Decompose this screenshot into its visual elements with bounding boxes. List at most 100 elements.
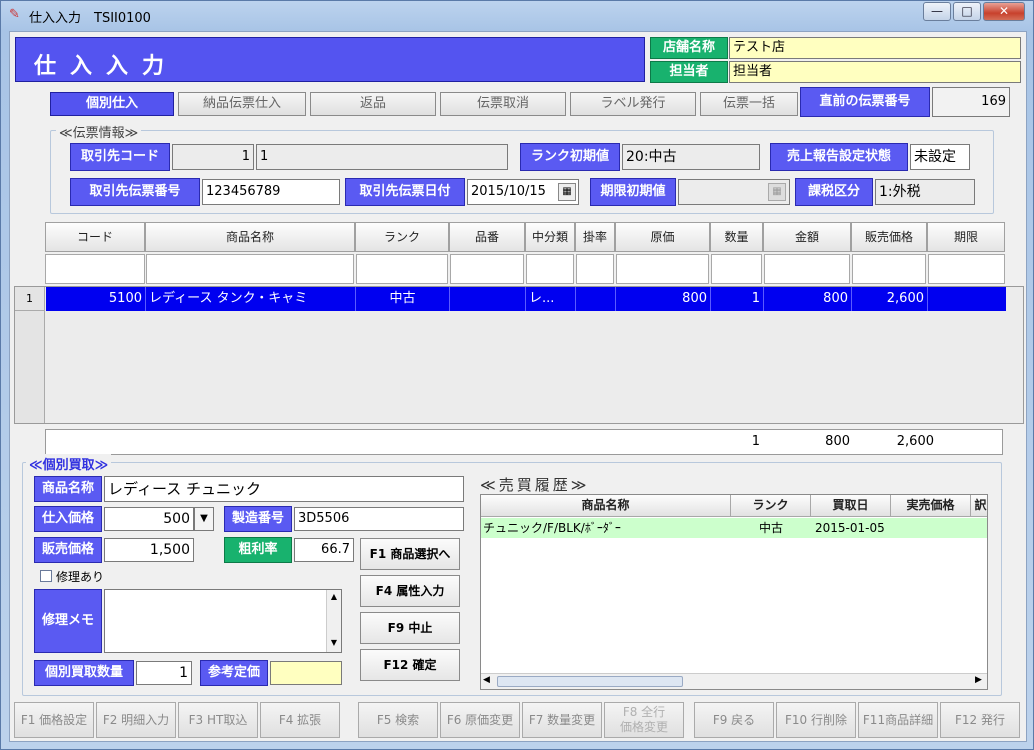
individual-purchase-title: ≪個別買取≫ <box>26 454 112 473</box>
input-qty[interactable] <box>711 254 762 284</box>
col-header-category[interactable]: 中分類 <box>525 222 575 252</box>
scroll-thumb[interactable] <box>497 676 683 687</box>
cell-rate <box>576 287 616 311</box>
row-header-column <box>15 311 45 423</box>
f11-product-detail-button[interactable]: F11商品詳細 <box>858 702 938 738</box>
total-amount: 800 <box>825 434 850 449</box>
col-header-qty[interactable]: 数量 <box>710 222 763 252</box>
f2-detail-input-button[interactable]: F2 明細入力 <box>96 702 176 738</box>
repair-memo-field[interactable] <box>104 589 342 653</box>
main-panel: 仕入入力 店舗名称 テスト店 担当者 担当者 個別仕入 納品伝票仕入 返品 伝票… <box>9 31 1027 742</box>
supplier-name-field: 1 <box>256 144 508 170</box>
purchase-qty-label: 個別買取数量 <box>34 660 134 686</box>
product-name-field[interactable]: レディース チュニック <box>104 476 464 502</box>
purchase-price-field[interactable]: 500 <box>104 507 194 531</box>
col-header-name[interactable]: 商品名称 <box>145 222 355 252</box>
tab-return[interactable]: 返品 <box>310 92 436 116</box>
close-button[interactable]: ✕ <box>983 2 1025 21</box>
f10-delete-row-button[interactable]: F10 行削除 <box>776 702 856 738</box>
tax-type-value: 1:外税 <box>875 179 975 205</box>
tab-delivery-slip-purchase[interactable]: 納品伝票仕入 <box>178 92 306 116</box>
history-cell-name: チュニック/F/BLK/ﾎﾞｰﾀﾞｰ <box>483 521 621 535</box>
sale-price-label: 販売価格 <box>34 537 102 563</box>
chevron-down-icon[interactable]: ▼ <box>194 507 214 531</box>
f3-ht-import-button[interactable]: F3 HT取込 <box>178 702 258 738</box>
input-price[interactable] <box>852 254 926 284</box>
f9-back-button[interactable]: F9 戻る <box>694 702 774 738</box>
f7-qty-change-button[interactable]: F7 数量変更 <box>522 702 602 738</box>
cancel-button[interactable]: F9 中止 <box>360 612 460 644</box>
col-header-part-no[interactable]: 品番 <box>449 222 525 252</box>
serial-no-field[interactable]: 3D5506 <box>294 507 464 531</box>
calendar-icon[interactable]: ▦ <box>558 183 576 201</box>
purchase-price-label: 仕入価格 <box>34 506 102 532</box>
scroll-left-icon[interactable]: ◀ <box>483 675 490 685</box>
f5-search-button[interactable]: F5 検索 <box>358 702 438 738</box>
tab-label-issue[interactable]: ラベル発行 <box>570 92 696 116</box>
supplier-slip-no-field[interactable]: 123456789 <box>202 179 340 205</box>
f12-issue-button[interactable]: F12 発行 <box>940 702 1020 738</box>
purchase-qty-field[interactable]: 1 <box>136 661 192 685</box>
total-price: 2,600 <box>896 434 934 449</box>
f8-all-price-change-button[interactable]: F8 全行 価格変更 <box>604 702 684 738</box>
supplier-code-field[interactable]: 1 <box>172 144 254 170</box>
cell-code: 5100 <box>46 287 146 311</box>
repair-checkbox[interactable] <box>40 570 52 582</box>
input-name[interactable] <box>146 254 354 284</box>
tax-type-label: 課税区分 <box>795 178 873 206</box>
app-icon: ✎ <box>9 7 20 22</box>
input-part-no[interactable] <box>450 254 524 284</box>
input-cost[interactable] <box>616 254 709 284</box>
tab-individual-purchase[interactable]: 個別仕入 <box>50 92 174 116</box>
serial-no-label: 製造番号 <box>224 506 292 532</box>
ref-price-field[interactable] <box>270 661 342 685</box>
history-col-name[interactable]: 商品名称 <box>481 495 731 517</box>
cell-qty: 1 <box>711 287 764 311</box>
history-col-more[interactable]: 訳 <box>971 495 987 517</box>
input-rank[interactable] <box>356 254 448 284</box>
history-col-rank[interactable]: ランク <box>731 495 811 517</box>
select-product-button[interactable]: F1 商品選択へ <box>360 538 460 570</box>
attribute-input-button[interactable]: F4 属性入力 <box>360 575 460 607</box>
maximize-button[interactable]: □ <box>953 2 981 21</box>
totals-row: 1 800 2,600 <box>45 429 1003 455</box>
col-header-amount[interactable]: 金額 <box>763 222 851 252</box>
confirm-button[interactable]: F12 確定 <box>360 649 460 681</box>
minimize-button[interactable]: — <box>923 2 951 21</box>
tab-slip-cancel[interactable]: 伝票取消 <box>440 92 566 116</box>
row-number: 1 <box>15 287 45 311</box>
input-expiry[interactable] <box>928 254 1005 284</box>
store-name-field: テスト店 <box>729 37 1021 59</box>
cell-name: レディース タンク・キャミ <box>146 287 356 311</box>
input-category[interactable] <box>526 254 574 284</box>
col-header-cost[interactable]: 原価 <box>615 222 710 252</box>
ref-price-label: 参考定価 <box>200 660 268 686</box>
app-window: ✎ 仕入入力 TSII0100 — □ ✕ 仕入入力 店舗名称 テスト店 担当者… <box>0 0 1034 750</box>
col-header-code[interactable]: コード <box>45 222 145 252</box>
f6-cost-change-button[interactable]: F6 原価変更 <box>440 702 520 738</box>
input-rate[interactable] <box>576 254 614 284</box>
store-name-label: 店舗名称 <box>650 37 728 59</box>
col-header-rate[interactable]: 掛率 <box>575 222 615 252</box>
tab-bulk-slip[interactable]: 伝票一括 <box>700 92 798 116</box>
scroll-right-icon[interactable]: ▶ <box>975 675 982 685</box>
history-col-price[interactable]: 実売価格 <box>891 495 971 517</box>
col-header-rank[interactable]: ランク <box>355 222 449 252</box>
page-title: 仕入入力 <box>15 37 645 82</box>
col-header-expiry[interactable]: 期限 <box>927 222 1005 252</box>
history-row[interactable]: チュニック/F/BLK/ﾎﾞｰﾀﾞｰ 中古 2015-01-05 <box>481 518 987 538</box>
total-qty: 1 <box>751 434 760 449</box>
memo-scrollbar[interactable]: ▲ ▼ <box>326 590 341 652</box>
f1-price-setting-button[interactable]: F1 価格設定 <box>14 702 94 738</box>
table-row[interactable]: 5100 レディース タンク・キャミ 中古 レ... 800 1 800 2,6… <box>46 287 1006 311</box>
sale-price-field[interactable]: 1,500 <box>104 538 194 562</box>
margin-rate-value: 66.7 <box>294 538 354 562</box>
input-code[interactable] <box>45 254 145 284</box>
history-hscrollbar[interactable]: ◀ ▶ <box>481 673 987 689</box>
col-header-price[interactable]: 販売価格 <box>851 222 927 252</box>
f4-extend-button[interactable]: F4 拡張 <box>260 702 340 738</box>
history-col-date[interactable]: 買取日 <box>811 495 891 517</box>
input-amount[interactable] <box>764 254 850 284</box>
rank-default-field[interactable]: 20:中古 <box>622 144 760 170</box>
history-table: 商品名称 ランク 買取日 実売価格 訳 チュニック/F/BLK/ﾎﾞｰﾀﾞｰ 中… <box>480 494 988 690</box>
